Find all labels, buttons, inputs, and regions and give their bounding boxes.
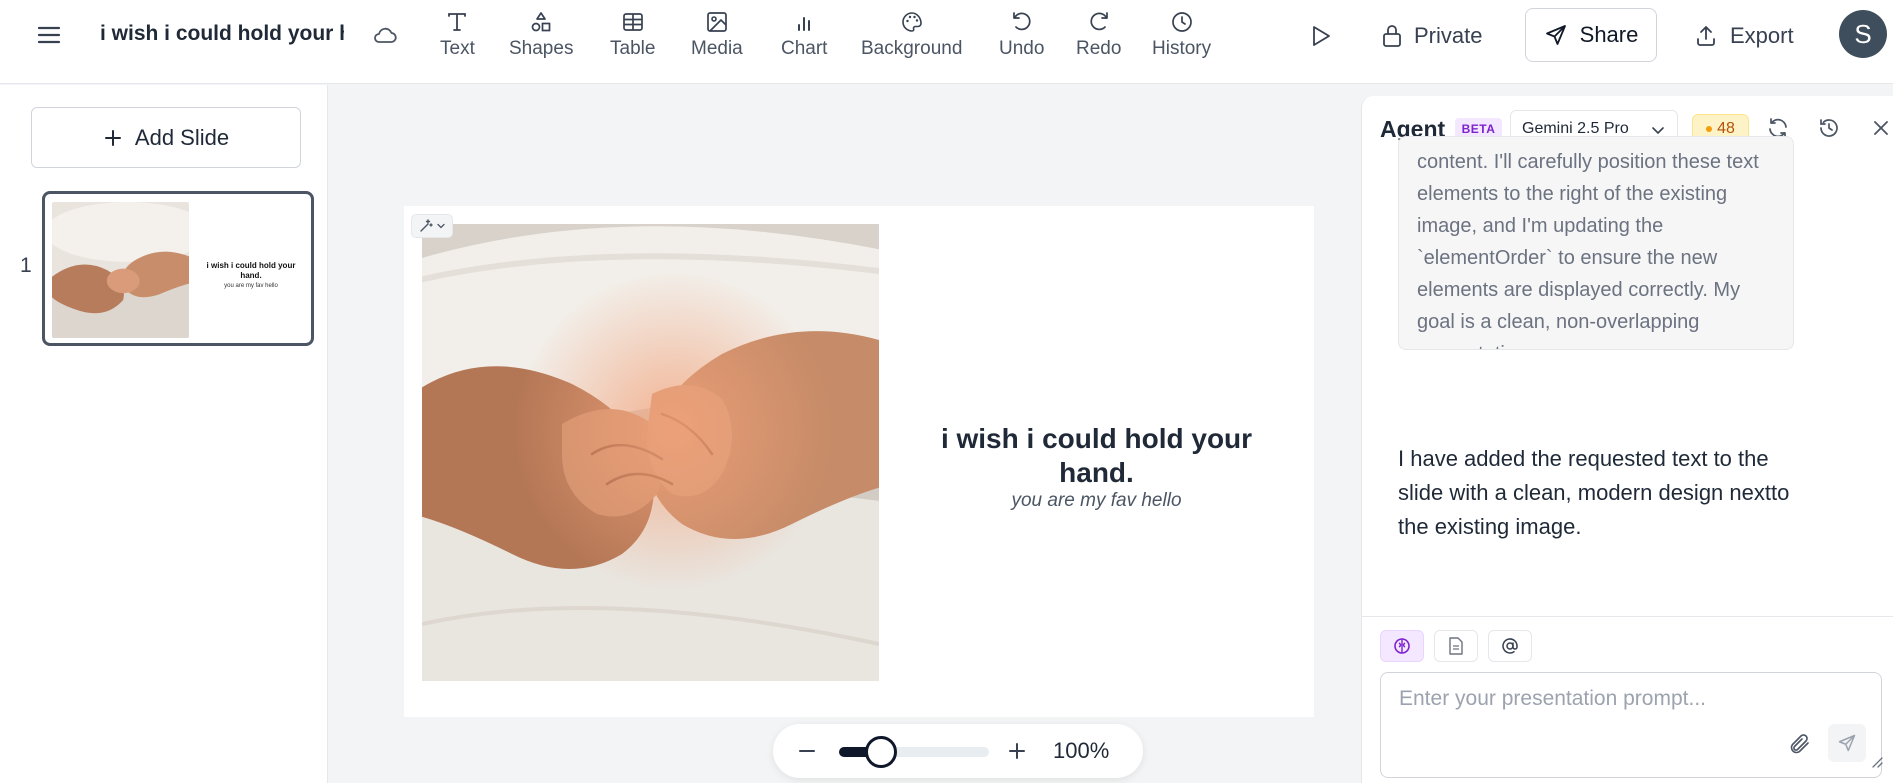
zoom-slider-handle[interactable] [865,736,897,768]
cloud-save-icon [372,22,398,48]
user-avatar[interactable]: S [1839,10,1887,58]
thumbnail-image [52,202,189,338]
media-icon [705,10,729,34]
export-label: Export [1730,23,1794,48]
present-play-icon[interactable] [1306,22,1334,50]
add-slide-label: Add Slide [134,124,230,150]
send-icon [1545,25,1566,45]
agent-panel: Agent BETA Gemini 2.5 Pro 48 content. I'… [1361,96,1893,783]
history-icon[interactable] [1817,116,1841,140]
send-button[interactable] [1828,724,1866,762]
document-icon [1449,637,1463,655]
private-label: Private [1414,23,1483,48]
table-icon [621,10,645,34]
reasoning-mode-button[interactable] [1380,630,1424,662]
slide-number: 1 [20,254,32,277]
chart-tool-label: Chart [781,38,828,59]
paperclip-icon[interactable] [1788,732,1812,756]
text-tool-button[interactable]: Text [440,10,475,62]
palette-icon [900,10,924,34]
slide-subtitle-text[interactable]: you are my fav hello [930,490,1263,512]
close-icon[interactable] [1869,116,1893,140]
hamburger-menu-icon[interactable] [34,20,64,50]
magic-edit-button[interactable] [411,214,453,238]
redo-button[interactable]: Redo [1076,10,1121,62]
undo-label: Undo [999,38,1045,59]
slide-thumbnail[interactable]: i wish i could hold your hand. you are m… [42,191,314,346]
zoom-level: 100% [1053,738,1110,763]
share-label: Share [1579,22,1639,47]
background-tool-label: Background [861,38,963,59]
shapes-icon [529,10,553,34]
media-tool-label: Media [691,38,743,59]
undo-button[interactable]: Undo [999,10,1044,62]
plus-icon [104,129,121,146]
mention-button[interactable] [1488,630,1532,662]
share-button[interactable]: Share [1525,8,1657,62]
text-icon [445,10,469,34]
zoom-in-icon[interactable] [1005,739,1029,763]
redo-label: Redo [1076,38,1122,59]
add-slide-button[interactable]: Add Slide [31,107,301,168]
export-button[interactable]: Export [1694,20,1794,52]
history-label: History [1152,38,1212,59]
send-icon [1838,734,1856,752]
prompt-input[interactable] [1380,672,1882,778]
at-sign-icon [1502,638,1518,654]
slide-title-text[interactable]: i wish i could hold your hand. [930,422,1263,490]
table-tool-label: Table [610,38,656,59]
chart-icon [792,10,816,34]
slides-panel [0,85,328,783]
divider [1362,616,1893,617]
upload-icon [1697,26,1715,46]
document-title[interactable]: i wish i could hold your hand. [100,22,344,50]
zoom-out-icon[interactable] [795,739,819,763]
shapes-tool-label: Shapes [509,38,574,59]
thumbnail-subtitle: you are my fav hello [224,283,278,289]
chart-tool-button[interactable]: Chart [781,10,827,62]
document-mode-button[interactable] [1434,630,1478,662]
brain-icon [1394,638,1410,654]
agent-thinking-block: content. I'll carefully position these t… [1398,136,1794,350]
shapes-tool-button[interactable]: Shapes [509,10,573,62]
history-button[interactable]: History [1152,10,1211,62]
table-tool-button[interactable]: Table [610,10,655,62]
redo-icon [1087,10,1111,34]
undo-icon [1010,10,1034,34]
resize-handle-icon[interactable] [1869,754,1883,768]
private-button[interactable]: Private [1380,20,1482,52]
text-tool-label: Text [440,38,475,59]
sparkle-wand-icon [420,219,433,232]
media-tool-button[interactable]: Media [691,10,743,62]
chevron-down-icon [1652,127,1664,135]
lock-icon [1383,25,1401,47]
history-icon [1170,10,1194,34]
zoom-control: 100% [773,724,1143,778]
credit-dot-icon [1706,126,1713,132]
chevron-down-icon [437,223,445,229]
agent-reply-message: I have added the requested text to the s… [1398,446,1790,539]
top-toolbar: i wish i could hold your hand. Text Shap… [0,0,1893,84]
slide-image[interactable] [422,224,879,681]
thumbnail-title: i wish i could hold your hand. [206,261,296,280]
background-tool-button[interactable]: Background [861,10,962,62]
